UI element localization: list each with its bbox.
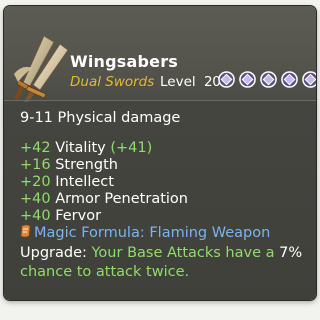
- stat-value: +20: [20, 174, 51, 190]
- item-name: Wingsabers: [70, 52, 179, 71]
- upgrade-star-icon: [281, 71, 298, 88]
- upgrade-stars: [218, 71, 316, 91]
- stat-row: +42 Vitality (+41): [20, 140, 152, 157]
- stat-row: +40 Fervor: [20, 208, 101, 225]
- stat-row: +20 Intellect: [20, 174, 114, 191]
- stat-name: Intellect: [55, 174, 114, 190]
- magic-formula-text: Magic Formula: Flaming Weapon: [34, 225, 271, 241]
- stat-value: +40: [20, 208, 51, 224]
- damage-line: 9-11 Physical damage: [20, 110, 181, 126]
- stat-name: Fervor: [55, 208, 102, 224]
- stat-row: +40 Armor Penetration: [20, 191, 188, 208]
- scroll-icon: [20, 224, 31, 238]
- upgrade-star-icon: [218, 71, 235, 88]
- item-tooltip: Wingsabers Dual Swords Level 20 9-11 Phy…: [4, 6, 316, 300]
- dual-swords-icon: [14, 35, 69, 102]
- upgrade-chance: 7%: [279, 245, 303, 261]
- stat-name: Armor Penetration: [55, 191, 188, 207]
- item-subtype: Dual Swords: [70, 74, 155, 90]
- upgrade-text-before: Your Base Attacks have a: [91, 245, 275, 261]
- stat-value: +42: [20, 140, 51, 156]
- upgrade-star-icon: [302, 71, 316, 88]
- stat-value: +16: [20, 157, 51, 173]
- header-divider: [4, 100, 316, 101]
- stat-name: Strength: [55, 157, 118, 173]
- upgrade-description: Upgrade: Your Base Attacks have a 7% cha…: [20, 244, 310, 282]
- magic-formula: Magic Formula: Flaming Weapon: [20, 224, 270, 241]
- upgrade-star-icon: [260, 71, 277, 88]
- upgrade-star-icon: [239, 71, 256, 88]
- stat-value: +40: [20, 191, 51, 207]
- item-level-label: Level: [160, 74, 196, 90]
- stat-row: +16 Strength: [20, 157, 118, 174]
- stat-name: Vitality: [55, 140, 106, 156]
- upgrade-text-after: chance to attack twice.: [20, 264, 190, 280]
- stat-bonus: (+41): [110, 140, 153, 156]
- upgrade-label: Upgrade:: [20, 245, 87, 261]
